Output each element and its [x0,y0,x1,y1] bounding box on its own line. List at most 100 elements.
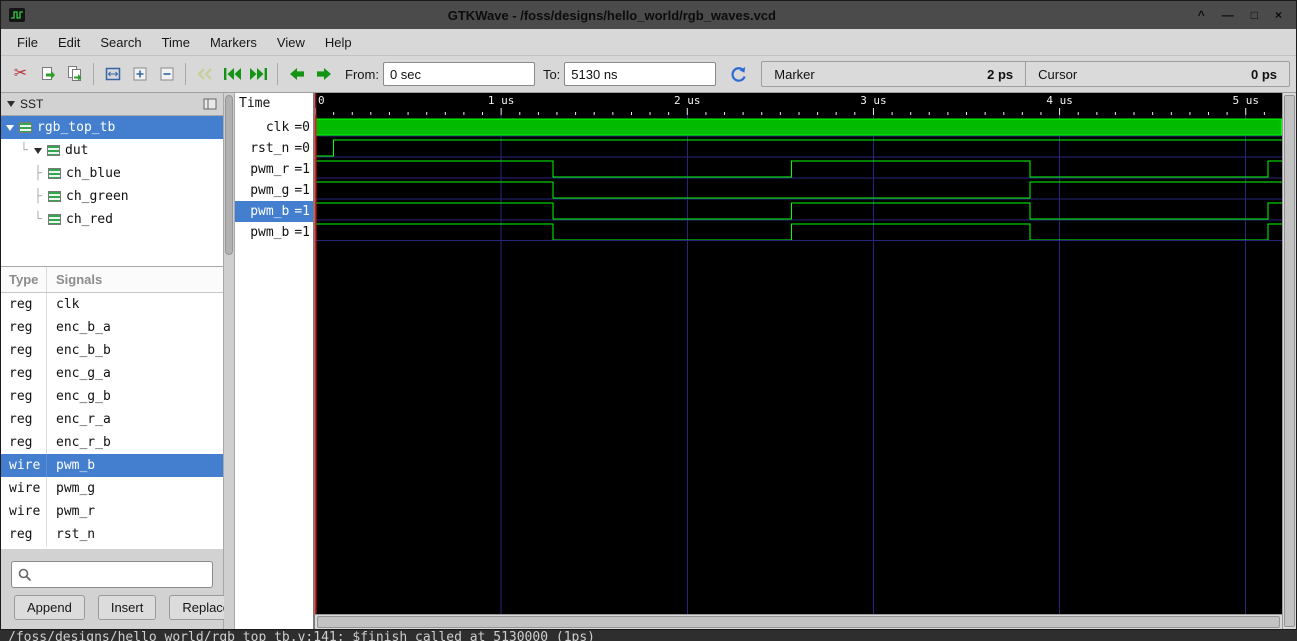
scrollbar-thumb[interactable] [317,616,1280,628]
signal-row-pwm-r[interactable]: wire pwm_r [1,500,223,523]
menu-help[interactable]: Help [315,31,362,54]
go-to-start-button[interactable] [218,61,245,87]
zoom-in-button[interactable] [126,61,153,87]
scrollbar-thumb[interactable] [225,95,233,255]
fetch-left-button[interactable] [191,61,218,87]
reload-button[interactable] [724,61,751,87]
tree-item-ch-red[interactable]: └ ch_red [1,208,223,231]
main-area: SST rgb_top_tb └ dut ├ ch_blue ├ ch_gree… [1,93,1296,629]
reload-icon [731,67,746,82]
zoom-out-button[interactable] [153,61,180,87]
timeline-tick-label: 0 [318,94,325,107]
signal-search-box[interactable] [11,561,213,588]
scrollbar-thumb[interactable] [1284,95,1295,627]
expander-icon[interactable] [34,147,42,154]
copy-icon [41,67,55,80]
signal-row-rst-n[interactable]: reg rst_n [1,523,223,546]
shift-left-button[interactable] [283,61,310,87]
tree-item-ch-green[interactable]: ├ ch_green [1,185,223,208]
marker-cursor-panel: Marker 2 ps Cursor 0 ps [761,61,1290,87]
shift-right-button[interactable] [310,61,337,87]
menu-markers[interactable]: Markers [200,31,267,54]
toolbar-separator [277,63,278,85]
go-to-end-button[interactable] [245,61,272,87]
toolbar-separator [185,63,186,85]
wave-signal-value: =0 [294,120,310,135]
signal-name: enc_b_a [56,320,111,335]
wave-hscrollbar[interactable] [315,614,1282,629]
signal-row-enc-r-b[interactable]: reg enc_r_b [1,431,223,454]
sst-panel: SST rgb_top_tb └ dut ├ ch_blue ├ ch_gree… [1,93,244,629]
tree-item-ch-blue[interactable]: ├ ch_blue [1,162,223,185]
from-input[interactable] [382,62,535,86]
zoom-out-icon [160,67,173,81]
wave-name-row-pwm-b-2[interactable]: pwm_b =1 [235,222,313,243]
signal-row-clk[interactable]: reg clk [1,293,223,316]
wave-signal-value: =1 [294,162,310,177]
menu-file[interactable]: File [7,31,48,54]
wave-timeline[interactable]: 0 1 us 2 us 3 us 4 us 5 us [315,93,1282,115]
maximize-button[interactable]: □ [1251,9,1258,21]
expander-icon[interactable] [6,124,14,131]
tree-connector: ├ [34,189,42,204]
signals-scrollbar[interactable] [224,93,235,629]
scope-tree: rgb_top_tb └ dut ├ ch_blue ├ ch_green └ … [1,115,223,267]
to-input[interactable] [564,62,717,86]
scope-icon [48,214,61,225]
cut-traces-button[interactable]: ✂ [7,61,34,87]
minimize-button[interactable]: — [1222,9,1234,21]
zoom-fit-button[interactable] [99,61,126,87]
tree-item-rgb-top-tb[interactable]: rgb_top_tb [1,116,223,139]
signal-row-pwm-b[interactable]: wire pwm_b [1,454,223,477]
time-header: Time [239,96,271,111]
wave-name-row-clk[interactable]: clk =0 [235,117,313,138]
window-title: GTKWave - /foss/designs/hello_world/rgb_… [447,7,776,23]
signal-row-enc-g-b[interactable]: reg enc_g_b [1,385,223,408]
wave-signal-value: =1 [294,204,310,219]
search-input[interactable] [37,564,207,585]
wave-signal-value: =1 [294,183,310,198]
sst-title: SST [20,97,44,111]
signal-type: reg [1,362,47,385]
shift-left-icon [289,68,304,80]
wave-name-row-pwm-g[interactable]: pwm_g =1 [235,180,313,201]
tree-item-dut[interactable]: └ dut [1,139,223,162]
signal-row-pwm-g[interactable]: wire pwm_g [1,477,223,500]
paste-traces-button[interactable] [61,61,88,87]
copy-traces-button[interactable] [34,61,61,87]
marker-value: 2 ps [987,66,1014,82]
wave-canvas[interactable] [315,115,1282,614]
tree-connector: └ [34,212,42,227]
wave-name-row-rst-n[interactable]: rst_n =0 [235,138,313,159]
wave-vscrollbar[interactable] [1282,93,1296,629]
menu-time[interactable]: Time [152,31,200,54]
menu-view[interactable]: View [267,31,315,54]
fetch-left-icon [196,68,212,80]
append-button[interactable]: Append [14,595,85,620]
to-label: To: [542,66,561,82]
insert-button[interactable]: Insert [97,595,157,620]
wave-signal-name: rst_n [250,141,290,156]
signal-row-enc-b-a[interactable]: reg enc_b_a [1,316,223,339]
wave-name-row-pwm-r[interactable]: pwm_r =1 [235,159,313,180]
collapse-arrow-icon[interactable] [7,101,15,107]
signal-name: enc_g_a [56,366,111,381]
menu-edit[interactable]: Edit [48,31,90,54]
signals-table-header: Type Signals [1,267,223,293]
go-to-start-icon [223,68,241,80]
shade-button[interactable]: ^ [1198,9,1205,21]
wave-name-row-pwm-b[interactable]: pwm_b =1 [235,201,313,222]
signal-row-enc-g-a[interactable]: reg enc_g_a [1,362,223,385]
terminal-background: /foss/designs/hello_world/rgb_top_tb.v:1… [0,630,1297,641]
menu-search[interactable]: Search [90,31,151,54]
signal-name: clk [56,297,80,312]
sst-view-icon[interactable] [203,98,217,110]
close-button[interactable]: × [1275,9,1282,21]
wave-signal-name: pwm_b [250,204,290,219]
marker-label: Marker [774,66,815,82]
signal-row-enc-b-b[interactable]: reg enc_b_b [1,339,223,362]
signal-type: wire [1,477,47,500]
titlebar[interactable]: GTKWave - /foss/designs/hello_world/rgb_… [1,1,1296,29]
signal-row-enc-r-a[interactable]: reg enc_r_a [1,408,223,431]
sst-header[interactable]: SST [1,93,223,115]
